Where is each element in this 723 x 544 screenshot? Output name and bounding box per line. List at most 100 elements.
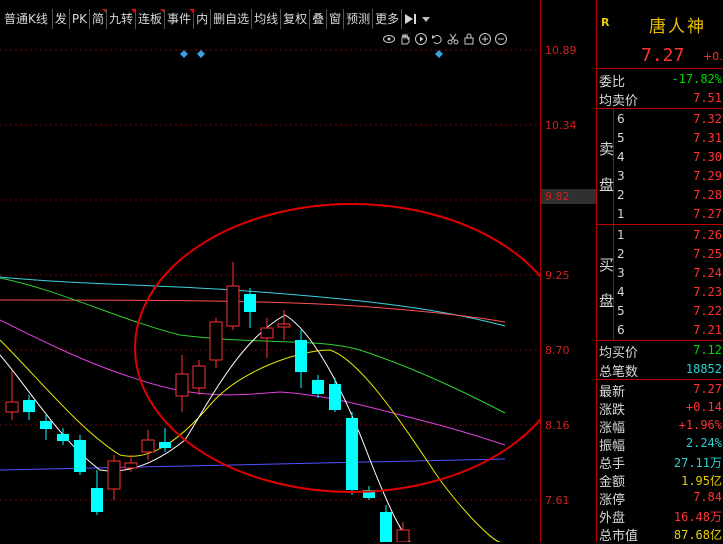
price-level: 8.16 (545, 419, 570, 432)
avg-sell-value: 7.51 (693, 91, 722, 105)
current-price: 7.27 (641, 45, 685, 66)
divider (597, 108, 723, 109)
weibi-label: 委比 (599, 75, 626, 90)
sell-level-row[interactable]: 4 7.30 (597, 148, 723, 166)
sell-level-row[interactable]: 3 7.29 (597, 167, 723, 185)
level-number: 4 (617, 285, 625, 299)
candle (40, 421, 52, 429)
stat-row: 涨幅 +1.96% (597, 416, 723, 436)
level-price: 7.27 (693, 207, 722, 221)
candle (226, 285, 240, 327)
stat-row: 振幅 2.24% (597, 434, 723, 454)
candle (57, 434, 69, 441)
stat-label: 总市值 (599, 529, 639, 544)
price-axis: 10.89 10.34 9.82 9.25 8.70 8.16 7.61 (540, 0, 596, 542)
level-number: 4 (617, 150, 625, 164)
avg-sell-label: 均卖价 (599, 94, 639, 109)
divider (597, 68, 723, 69)
price-level: 10.34 (545, 119, 577, 132)
event-marker-icon (197, 50, 205, 58)
weibi-row: 委比 -17.82% (597, 70, 723, 90)
level-price: 7.22 (693, 304, 722, 318)
level-price: 7.30 (693, 150, 722, 164)
candle (277, 323, 291, 328)
event-markers[interactable] (180, 50, 443, 58)
stat-value: 87.68亿 (673, 528, 722, 542)
total-orders-value: 18852 (685, 362, 722, 376)
ma20-line (0, 319, 506, 446)
stat-value: +0.14 (685, 400, 722, 414)
crosshair-price-label: 9.82 (541, 189, 596, 204)
price-level: 7.61 (545, 494, 570, 507)
level-number: 3 (617, 266, 625, 280)
stat-row: 最新 7.27 (597, 380, 723, 400)
candle (295, 340, 307, 372)
candle (23, 400, 35, 412)
buy-level-row[interactable]: 6 7.21 (597, 321, 723, 339)
avg-sell-row: 均卖价 7.51 (597, 89, 723, 109)
total-orders-row: 总笔数 18852 (597, 360, 723, 380)
level-number: 2 (617, 188, 625, 202)
annotation-ellipse (134, 203, 540, 493)
candle (396, 529, 410, 542)
kline-chart[interactable] (0, 0, 540, 542)
level-price: 7.23 (693, 285, 722, 299)
level-number: 6 (617, 323, 625, 337)
quote-header: R 唐人神 (597, 10, 723, 37)
level-number: 2 (617, 247, 625, 261)
sell-level-row[interactable]: 5 7.31 (597, 129, 723, 147)
stat-row: 金额 1.95亿 (597, 470, 723, 490)
avg-buy-value: 7.12 (693, 343, 722, 357)
quote-panel: R 唐人神 7.27 +0.14 委比 -17.82% 均卖价 7.51 卖 盘… (596, 0, 723, 544)
level-number: 6 (617, 112, 625, 126)
price-level: 10.89 (545, 44, 577, 57)
buy-level-row[interactable]: 2 7.25 (597, 245, 723, 263)
r-badge: R (601, 16, 610, 29)
candle (209, 321, 223, 361)
candle (159, 442, 171, 448)
stat-row: 外盘 16.48万 (597, 506, 723, 526)
stat-value: 16.48万 (673, 510, 722, 524)
avg-buy-label: 均买价 (599, 346, 639, 361)
level-price: 7.28 (693, 188, 722, 202)
stat-row: 总市值 87.68亿 (597, 524, 723, 544)
candle (141, 439, 155, 453)
stock-name[interactable]: 唐人神 (649, 12, 706, 37)
level-number: 1 (617, 228, 625, 242)
sell-level-row[interactable]: 1 7.27 (597, 205, 723, 223)
buy-level-row[interactable]: 3 7.24 (597, 264, 723, 282)
candle (124, 462, 138, 469)
total-orders-label: 总笔数 (599, 365, 639, 380)
grid-lines (0, 49, 540, 501)
candle (5, 401, 19, 413)
sell-level-row[interactable]: 2 7.28 (597, 186, 723, 204)
stat-row: 总手 27.11万 (597, 452, 723, 472)
event-marker-icon (180, 50, 188, 58)
candle (91, 488, 103, 512)
level-number: 3 (617, 169, 625, 183)
avg-buy-row: 均买价 7.12 (597, 341, 723, 361)
stat-value: 1.95亿 (681, 474, 722, 488)
level-price: 7.25 (693, 247, 722, 261)
buy-level-row[interactable]: 5 7.22 (597, 302, 723, 320)
level-price: 7.32 (693, 112, 722, 126)
stat-value: 7.27 (693, 382, 722, 396)
candle (244, 294, 256, 312)
stat-value: 27.11万 (673, 456, 722, 470)
level-price: 7.31 (693, 131, 722, 145)
level-price: 7.21 (693, 323, 722, 337)
level-price: 7.29 (693, 169, 722, 183)
candle (260, 327, 274, 339)
buy-level-row[interactable]: 1 7.26 (597, 226, 723, 244)
divider (597, 224, 723, 225)
candle (175, 373, 189, 397)
weibi-value: -17.82% (671, 72, 722, 86)
price-change: +0.14 (703, 50, 723, 63)
buy-level-row[interactable]: 4 7.23 (597, 283, 723, 301)
stat-value: +1.96% (678, 418, 722, 432)
stat-row: 涨停 7.84 (597, 488, 723, 508)
event-marker-icon (435, 50, 443, 58)
level-price: 7.26 (693, 228, 722, 242)
level-number: 1 (617, 207, 625, 221)
sell-level-row[interactable]: 6 7.32 (597, 110, 723, 128)
